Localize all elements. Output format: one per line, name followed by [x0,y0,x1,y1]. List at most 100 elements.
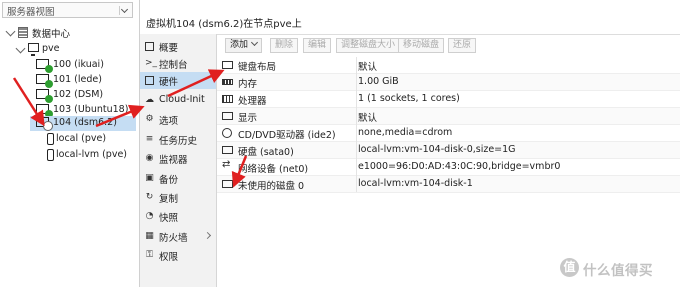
server-icon [28,43,39,56]
edit-button[interactable]: 编辑 [303,38,332,53]
cloud-icon: ☁ [145,95,154,105]
tree-vm-104[interactable]: 104 (dsm6.2) [30,116,136,131]
watermark-text: 什么值得买 [583,263,653,279]
chevron-down-icon [250,38,259,47]
remove-button-label: 删除 [275,40,294,50]
vm-icon [36,74,53,88]
cdrom-icon [222,128,232,138]
vm-side-menu: 概要 >_ 控制台 硬件 ☁ Cloud-Init ⚙ 选项 ≡ 任务历史 ◉ … [140,34,217,287]
snapshot-icon: ◔ [145,211,154,221]
tree-storage-local[interactable]: local (pve) [0,132,139,147]
hardware-row-network[interactable]: 网络设备 (net0) e1000=96:D0:AD:43:0C:90,brid… [217,159,680,176]
tree-vm-102[interactable]: 102 (DSM) [0,88,139,103]
menu-item-monitor[interactable]: ◉ 监视器 [140,150,216,167]
display-icon [222,112,233,120]
watermark: 值 什么值得买 [560,256,678,280]
memory-icon [222,79,233,85]
tree-storage-label: local (pve) [56,133,107,144]
hardware-row-harddisk[interactable]: 硬盘 (sata0) local-lvm:vm-104-disk-0,size=… [217,142,680,159]
menu-item-label: 快照 [159,213,179,224]
harddisk-icon [222,146,233,154]
hardware-key: 网络设备 (net0) [238,164,309,175]
network-icon [222,159,233,171]
monitor-icon: ◉ [145,153,154,163]
menu-item-firewall[interactable]: ▦ 防火墙 [140,228,216,245]
menu-item-label: Cloud-Init [159,94,205,105]
hardware-value: e1000=96:D0:AD:43:0C:90,bridge=vmbr0 [358,161,561,172]
hardware-row-keyboard[interactable]: 键盘布局 默认 [217,57,680,74]
tree-vm-label: 102 (DSM) [53,89,104,100]
unused-disk-icon [222,180,233,188]
menu-item-label: 防火墙 [159,233,188,244]
menu-item-label: 监视器 [159,155,188,166]
tree-vm-100[interactable]: 100 (ikuai) [0,58,139,73]
remove-button[interactable]: 删除 [270,38,299,53]
hardware-value: local-lvm:vm-104-disk-1 [358,178,473,189]
menu-item-task-history[interactable]: ≡ 任务历史 [140,131,216,148]
hardware-row-cdrom[interactable]: CD/DVD驱动器 (ide2) none,media=cdrom [217,125,680,142]
chevron-down-icon[interactable] [119,6,129,15]
expand-icon[interactable] [15,43,26,54]
menu-item-label: 硬件 [159,77,179,88]
resize-disk-button[interactable]: 调整磁盘大小 [336,38,401,53]
vm-icon [36,104,53,118]
menu-item-permissions[interactable]: ⚿ 权限 [140,247,216,264]
menu-item-label: 备份 [159,175,179,186]
tree-vm-label: 101 (lede) [53,74,102,85]
move-disk-button[interactable]: 移动磁盘 [398,38,445,53]
vm-icon [36,59,53,73]
options-icon: ⚙ [145,114,154,124]
running-status-icon [45,80,53,88]
hardware-row-cpu[interactable]: 处理器 1 (1 sockets, 1 cores) [217,91,680,108]
revert-button[interactable]: 还原 [448,38,477,53]
menu-item-snapshot[interactable]: ◔ 快照 [140,208,216,225]
hardware-key: 显示 [238,113,258,124]
tree-vm-label: 104 (dsm6.2) [53,117,117,128]
add-button[interactable]: 添加 [225,38,263,53]
chevron-right-icon[interactable] [203,231,212,240]
view-select[interactable]: 服务器视图 [2,2,133,18]
menu-item-console[interactable]: >_ 控制台 [140,55,216,72]
replication-icon: ↻ [145,192,154,202]
menu-item-summary[interactable]: 概要 [140,38,216,55]
resource-tree: 服务器视图 数据中心 pve 100 (ikuai) 101 (lede) 10… [0,0,140,287]
menu-item-replication[interactable]: ↻ 复制 [140,189,216,206]
tree-datacenter-label: 数据中心 [32,29,71,40]
hardware-key: 未使用的磁盘 0 [238,181,305,192]
hardware-key: 键盘布局 [238,62,277,73]
menu-item-backup[interactable]: ▣ 备份 [140,170,216,187]
cpu-icon [222,95,233,103]
menu-item-label: 任务历史 [159,136,198,147]
edit-button-label: 编辑 [308,40,327,50]
tree-vm-101[interactable]: 101 (lede) [0,73,139,88]
menu-item-label: 权限 [159,252,179,263]
watermark-logo-icon: 值 [560,258,579,277]
hardware-row-memory[interactable]: 内存 1.00 GiB [217,74,680,91]
menu-item-label: 概要 [159,43,179,54]
content-header: 虚拟机104 (dsm6.2)在节点pve上 [140,0,680,35]
hardware-value: local-lvm:vm-104-disk-0,size=1G [358,144,516,155]
hardware-row-display[interactable]: 显示 默认 [217,108,680,125]
tree-node-label: pve [42,43,60,54]
task-history-icon: ≡ [145,134,154,144]
hardware-icon [145,76,154,85]
stopped-status-icon [43,121,53,131]
hardware-row-unused-disk[interactable]: 未使用的磁盘 0 local-lvm:vm-104-disk-1 [217,176,680,193]
column-divider [356,57,357,192]
tree-node-pve[interactable]: pve [0,42,139,57]
hardware-value: 1.00 GiB [358,76,399,87]
storage-icon [47,133,54,145]
resize-disk-button-label: 调整磁盘大小 [341,40,396,50]
menu-item-options[interactable]: ⚙ 选项 [140,111,216,128]
menu-item-hardware[interactable]: 硬件 [140,72,216,89]
view-select-value: 服务器视图 [7,7,55,18]
keyboard-icon [222,61,233,69]
move-disk-button-label: 移动磁盘 [403,40,440,50]
tree-datacenter[interactable]: 数据中心 [0,25,139,40]
hardware-key: 内存 [238,79,258,90]
page-title: 虚拟机104 (dsm6.2)在节点pve上 [146,19,302,30]
expand-icon[interactable] [5,26,16,37]
hardware-value: 默认 [358,113,378,124]
menu-item-cloud-init[interactable]: ☁ Cloud-Init [140,92,216,109]
tree-storage-local-lvm[interactable]: local-lvm (pve) [0,148,139,163]
